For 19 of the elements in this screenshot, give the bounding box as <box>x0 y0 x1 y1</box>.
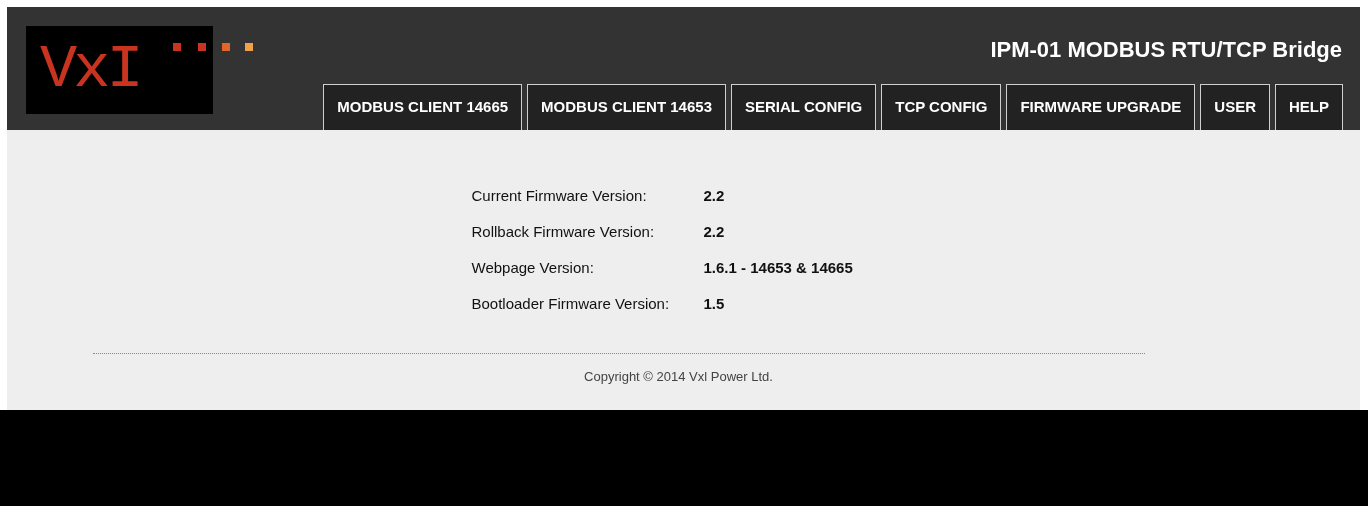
info-value: 2.2 <box>703 186 725 206</box>
nav-tab[interactable]: TCP CONFIG <box>881 84 1002 130</box>
nav-tab[interactable]: FIRMWARE UPGRADE <box>1006 84 1196 130</box>
nav-tab[interactable]: MODBUS CLIENT 14665 <box>323 84 523 130</box>
copyright-text: Copyright © 2014 Vxl Power Ltd. <box>584 368 773 386</box>
info-value: 2.2 <box>703 222 725 242</box>
info-label: Webpage Version: <box>471 258 595 278</box>
dots-icon <box>173 43 253 51</box>
nav-tab[interactable]: HELP <box>1275 84 1343 130</box>
page-title: IPM-01 MODBUS RTU/TCP Bridge <box>990 36 1342 64</box>
logo: VxI <box>26 26 213 114</box>
nav-tab[interactable]: USER <box>1200 84 1270 130</box>
info-label: Bootloader Firmware Version: <box>471 294 671 314</box>
info-label: Rollback Firmware Version: <box>471 222 656 242</box>
nav-tab[interactable]: MODBUS CLIENT 14653 <box>527 84 726 130</box>
nav-tab[interactable]: SERIAL CONFIG <box>731 84 877 130</box>
info-value: 1.5 <box>703 294 725 314</box>
info-label: Current Firmware Version: <box>471 186 648 206</box>
info-value: 1.6.1 - 14653 & 14665 <box>703 258 853 278</box>
